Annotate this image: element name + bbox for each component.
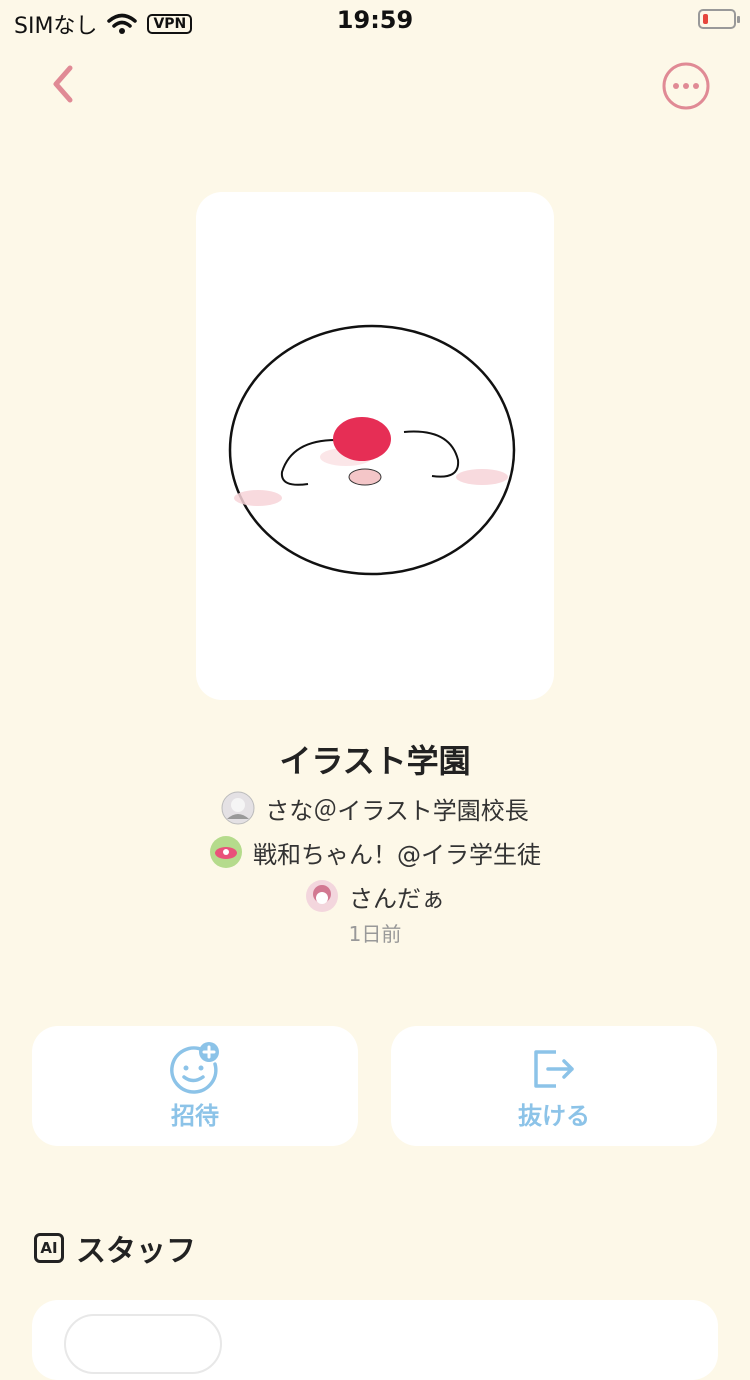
member-list: さな＠イラスト学園校長 戦和ちゃん！@イラ学生徒 さんだぁ xyxy=(0,786,750,918)
staff-section-header: AI スタッフ xyxy=(34,1226,196,1270)
avatar xyxy=(306,880,338,912)
member-item[interactable]: さな＠イラスト学園校長 xyxy=(0,786,750,830)
member-item[interactable]: 戦和ちゃん！@イラ学生徒 xyxy=(0,830,750,874)
leave-button[interactable]: 抜ける xyxy=(391,1026,717,1146)
exit-icon xyxy=(534,1050,574,1088)
staff-card[interactable] xyxy=(32,1300,718,1380)
member-name: さな＠イラスト学園校長 xyxy=(265,796,529,825)
back-button[interactable] xyxy=(44,62,84,106)
status-bar: SIMなし VPN 19:59 xyxy=(0,0,750,42)
invite-button[interactable]: 招待 xyxy=(32,1026,358,1146)
member-name: 戦和ちゃん！@イラ学生徒 xyxy=(253,840,541,869)
group-illustration xyxy=(228,324,516,576)
more-horizontal-icon xyxy=(662,62,710,110)
leave-label: 抜ける xyxy=(518,1102,590,1130)
updated-time: 1日前 xyxy=(348,922,402,946)
group-image-card[interactable] xyxy=(196,192,554,700)
avatar xyxy=(210,836,242,868)
group-title: イラスト学園 xyxy=(279,742,471,780)
member-name: さんだぁ xyxy=(349,884,445,913)
battery-icon xyxy=(698,9,740,29)
more-button[interactable] xyxy=(662,62,710,110)
invite-label: 招待 xyxy=(171,1102,219,1130)
chevron-left-icon xyxy=(53,65,73,103)
status-time: 19:59 xyxy=(336,6,414,34)
ai-badge-icon: AI xyxy=(34,1233,64,1263)
avatar xyxy=(221,791,255,825)
invite-icon xyxy=(170,1042,219,1094)
section-title: スタッフ xyxy=(76,1234,196,1269)
member-item[interactable]: さんだぁ xyxy=(0,874,750,918)
staff-pill[interactable] xyxy=(64,1314,222,1374)
